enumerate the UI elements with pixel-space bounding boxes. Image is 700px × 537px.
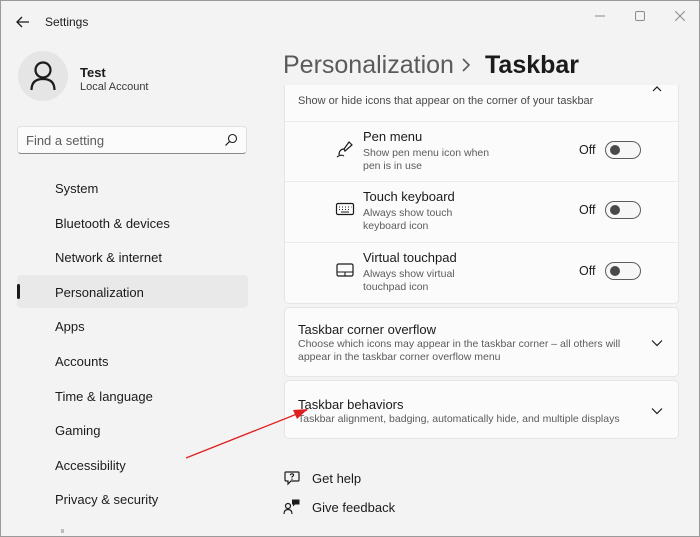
close-icon bbox=[675, 11, 685, 21]
chevron-down-icon[interactable] bbox=[651, 339, 663, 347]
card-description: Taskbar alignment, badging, automaticall… bbox=[298, 413, 620, 425]
feedback-icon bbox=[283, 499, 300, 515]
search-input[interactable] bbox=[18, 127, 218, 153]
toggle-knob bbox=[610, 205, 620, 215]
setting-description-line: touchpad icon bbox=[363, 281, 429, 293]
card-title: Taskbar corner overflow bbox=[298, 322, 436, 337]
card-description: Choose which icons may appear in the tas… bbox=[298, 338, 620, 364]
sidebar-item-label: Time & language bbox=[55, 388, 153, 404]
pen-menu-toggle[interactable] bbox=[605, 141, 641, 159]
setting-description-line: Show pen menu icon when bbox=[363, 147, 490, 159]
sidebar-item-privacy-security[interactable]: Privacy & security bbox=[17, 482, 248, 515]
give-feedback-label: Give feedback bbox=[312, 500, 396, 515]
corner-icons-description: Show or hide icons that appear on the co… bbox=[298, 95, 594, 107]
settings-window: Settings Test Local Account Find a setti… bbox=[0, 0, 700, 537]
maximize-button[interactable] bbox=[621, 5, 659, 27]
help-icon bbox=[284, 471, 300, 486]
toggle-state-label: Off bbox=[579, 264, 596, 278]
chevron-right-icon bbox=[462, 58, 471, 72]
sidebar-nav: System Bluetooth & devices Network & int… bbox=[17, 171, 248, 517]
page-title: Taskbar bbox=[485, 51, 580, 79]
title-bar: Settings bbox=[1, 1, 699, 43]
sidebar-item-bluetooth-devices[interactable]: Bluetooth & devices bbox=[17, 206, 248, 239]
profile-name: Test bbox=[80, 65, 106, 80]
setting-description-line: Always show virtual bbox=[363, 268, 455, 280]
pen-icon bbox=[336, 141, 353, 158]
sidebar-item-apps[interactable]: Apps bbox=[17, 309, 248, 342]
sidebar-item-label: Accounts bbox=[55, 353, 109, 369]
app-title: Settings bbox=[45, 15, 89, 29]
chevron-down-icon[interactable] bbox=[651, 407, 663, 415]
sidebar-item-gaming[interactable]: Gaming bbox=[17, 413, 248, 446]
sidebar-item-label: Apps bbox=[55, 319, 85, 335]
setting-description: Show pen menu icon when pen is in use bbox=[363, 147, 503, 173]
toggle-state-label: Off bbox=[579, 203, 596, 217]
taskbar-corner-overflow-card[interactable]: Taskbar corner overflow Choose which ico… bbox=[284, 307, 679, 377]
sidebar-item-label: Network & internet bbox=[55, 250, 162, 266]
sidebar-item-time-language[interactable]: Time & language bbox=[17, 379, 248, 412]
setting-title: Touch keyboard bbox=[363, 189, 455, 204]
search-box[interactable] bbox=[17, 126, 247, 154]
minimize-button[interactable] bbox=[581, 5, 619, 27]
card-title: Taskbar behaviors bbox=[298, 397, 404, 412]
setting-row-pen-menu: Pen menu Show pen menu icon when pen is … bbox=[285, 121, 678, 181]
setting-description: Always show touch keyboard icon bbox=[363, 207, 503, 233]
back-arrow-icon bbox=[16, 16, 29, 28]
sidebar-item-label: Privacy & security bbox=[55, 492, 159, 508]
avatar[interactable] bbox=[18, 51, 68, 101]
keyboard-icon bbox=[335, 202, 355, 216]
touch-keyboard-toggle[interactable] bbox=[605, 201, 641, 219]
user-icon bbox=[30, 61, 56, 91]
scroll-cutoff-marker bbox=[61, 529, 64, 533]
touchpad-icon bbox=[336, 263, 354, 277]
taskbar-corner-icons-card: Show or hide icons that appear on the co… bbox=[284, 85, 679, 304]
minimize-icon bbox=[595, 15, 605, 17]
profile-account-type: Local Account bbox=[80, 81, 149, 93]
sidebar-item-accounts[interactable]: Accounts bbox=[17, 344, 248, 377]
setting-row-virtual-touchpad: Virtual touchpad Always show virtual tou… bbox=[285, 242, 678, 302]
card-description-line: appear in the taskbar corner overflow me… bbox=[298, 351, 501, 363]
search-icon[interactable] bbox=[224, 133, 238, 147]
setting-title: Virtual touchpad bbox=[363, 250, 457, 265]
active-indicator bbox=[17, 283, 20, 299]
setting-title: Pen menu bbox=[363, 129, 423, 144]
close-button[interactable] bbox=[661, 5, 699, 27]
sidebar-item-label: Accessibility bbox=[55, 457, 126, 473]
sidebar-item-network-internet[interactable]: Network & internet bbox=[17, 240, 248, 273]
setting-row-touch-keyboard: Touch keyboard Always show touch keyboar… bbox=[285, 181, 678, 241]
sidebar-item-label: Bluetooth & devices bbox=[55, 215, 170, 231]
get-help-label: Get help bbox=[312, 471, 362, 486]
sidebar-item-label: System bbox=[55, 181, 99, 196]
maximize-icon bbox=[635, 11, 645, 21]
sidebar-item-accessibility[interactable]: Accessibility bbox=[17, 448, 248, 481]
breadcrumb-parent[interactable]: Personalization bbox=[283, 51, 454, 80]
sidebar-item-label: Personalization bbox=[55, 284, 144, 300]
setting-description-line: keyboard icon bbox=[363, 220, 429, 232]
setting-description: Always show virtual touchpad icon bbox=[363, 268, 503, 294]
sidebar-item-personalization[interactable]: Personalization bbox=[17, 274, 248, 308]
setting-description-line: pen is in use bbox=[363, 160, 422, 172]
virtual-touchpad-toggle[interactable] bbox=[605, 262, 641, 280]
sidebar-item-system[interactable]: System bbox=[17, 171, 248, 204]
back-button[interactable] bbox=[13, 13, 33, 31]
card-description-line: Choose which icons may appear in the tas… bbox=[298, 338, 621, 350]
chevron-up-icon[interactable] bbox=[652, 85, 662, 93]
taskbar-behaviors-card[interactable]: Taskbar behaviors Taskbar alignment, bad… bbox=[284, 380, 679, 439]
setting-description-line: Always show touch bbox=[363, 207, 453, 219]
toggle-knob bbox=[610, 145, 620, 155]
toggle-state-label: Off bbox=[579, 143, 596, 157]
sidebar-item-label: Gaming bbox=[55, 423, 101, 439]
toggle-knob bbox=[610, 266, 620, 276]
